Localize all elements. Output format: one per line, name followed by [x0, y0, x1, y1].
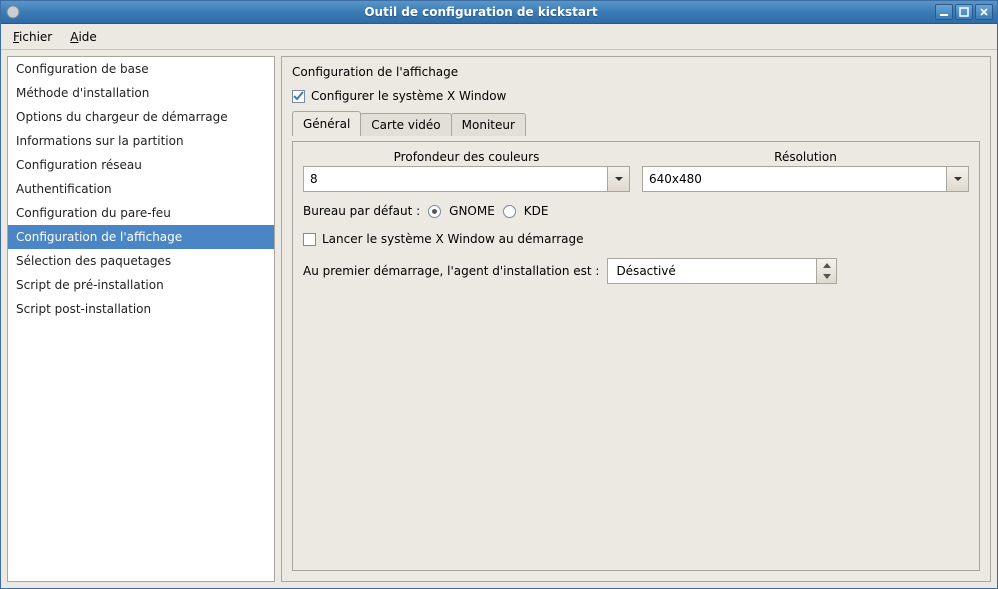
sidebar[interactable]: Configuration de baseMéthode d'installat…	[7, 56, 275, 582]
sidebar-item-4[interactable]: Configuration réseau	[8, 153, 274, 177]
menu-file-rest: ichier	[19, 30, 52, 44]
chevron-down-icon	[817, 271, 836, 283]
chevron-up-icon	[817, 259, 836, 271]
sidebar-item-1[interactable]: Méthode d'installation	[8, 81, 274, 105]
firstboot-select[interactable]: Désactivé	[607, 258, 837, 284]
tabs: GénéralCarte vidéoMoniteur	[292, 111, 980, 136]
sidebar-item-2[interactable]: Options du chargeur de démarrage	[8, 105, 274, 129]
configure-x-checkbox[interactable]	[292, 90, 305, 103]
sidebar-item-10[interactable]: Script post-installation	[8, 297, 274, 321]
start-x-checkbox[interactable]	[303, 233, 316, 246]
resolution-label: Résolution	[642, 150, 969, 164]
default-desktop-label: Bureau par défaut :	[303, 204, 420, 218]
sidebar-item-9[interactable]: Script de pré-installation	[8, 273, 274, 297]
sidebar-item-8[interactable]: Sélection des paquetages	[8, 249, 274, 273]
desktop-gnome-radio[interactable]	[428, 205, 441, 218]
desktop-kde-label: KDE	[524, 204, 549, 218]
resolution-value: 640x480	[643, 167, 946, 191]
main-panel: Configuration de l'affichage Configurer …	[281, 56, 991, 582]
sidebar-item-5[interactable]: Authentification	[8, 177, 274, 201]
color-depth-value: 8	[304, 167, 607, 191]
sidebar-item-6[interactable]: Configuration du pare-feu	[8, 201, 274, 225]
close-button[interactable]	[975, 4, 993, 20]
resolution-combo[interactable]: 640x480	[642, 166, 969, 192]
spin-buttons	[816, 259, 836, 283]
start-x-label: Lancer le système X Window au démarrage	[322, 232, 583, 246]
firstboot-label: Au premier démarrage, l'agent d'installa…	[303, 264, 599, 278]
color-depth-label: Profondeur des couleurs	[303, 150, 630, 164]
menu-file[interactable]: Fichier	[7, 27, 58, 47]
tab-carte-vidéo[interactable]: Carte vidéo	[360, 113, 451, 136]
maximize-button[interactable]	[955, 4, 973, 20]
menu-help-rest: ide	[78, 30, 96, 44]
sidebar-item-3[interactable]: Informations sur la partition	[8, 129, 274, 153]
chevron-down-icon	[607, 167, 629, 191]
configure-x-label: Configurer le système X Window	[311, 89, 506, 103]
color-depth-combo[interactable]: 8	[303, 166, 630, 192]
chevron-down-icon	[946, 167, 968, 191]
titlebar: Outil de configuration de kickstart	[1, 1, 997, 24]
menu-help[interactable]: Aide	[64, 27, 103, 47]
sidebar-item-0[interactable]: Configuration de base	[8, 57, 274, 81]
firstboot-value: Désactivé	[608, 259, 816, 283]
section-title: Configuration de l'affichage	[292, 63, 980, 81]
app-icon	[5, 4, 21, 20]
window-title: Outil de configuration de kickstart	[27, 5, 935, 19]
menubar: Fichier Aide	[1, 24, 997, 50]
tab-moniteur[interactable]: Moniteur	[451, 113, 526, 136]
tab-général[interactable]: Général	[292, 111, 361, 136]
desktop-gnome-label: GNOME	[449, 204, 495, 218]
desktop-kde-radio[interactable]	[503, 205, 516, 218]
sidebar-item-7[interactable]: Configuration de l'affichage	[8, 225, 274, 249]
tab-general-body: Profondeur des couleurs 8 Résolution 640…	[292, 141, 980, 571]
minimize-button[interactable]	[935, 4, 953, 20]
